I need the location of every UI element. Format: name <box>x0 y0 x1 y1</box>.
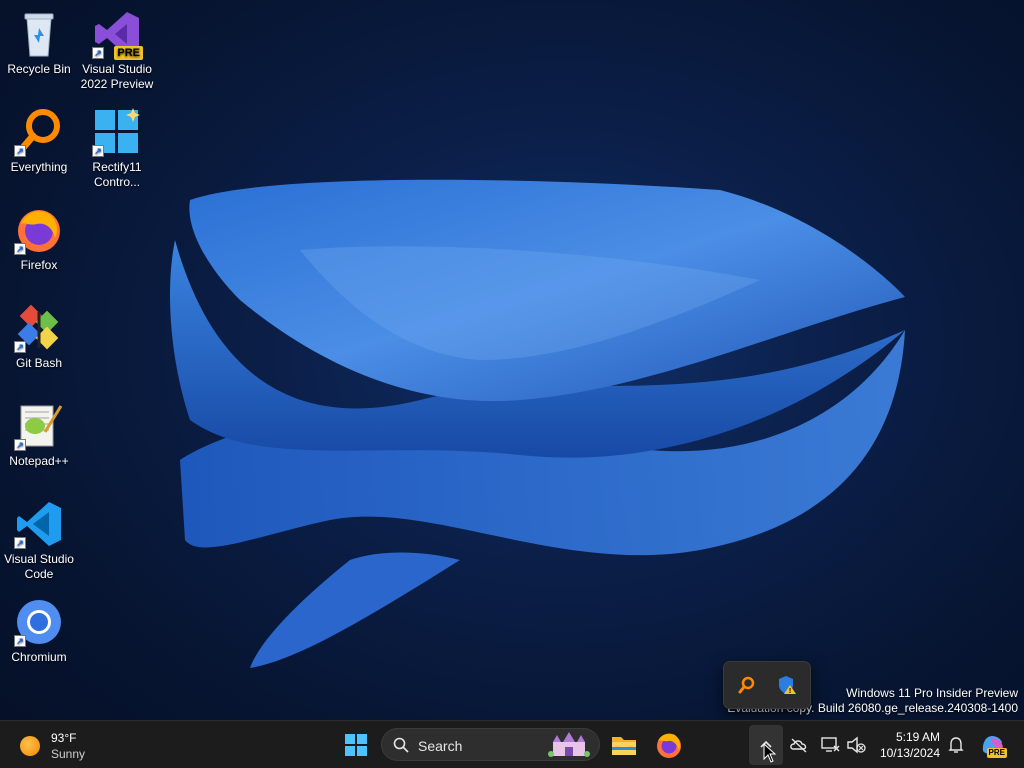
recycle-bin-icon <box>15 10 63 58</box>
desktop-icon-firefox[interactable]: ↗ Firefox <box>0 206 78 273</box>
network-icon[interactable] <box>820 735 840 755</box>
taskbar: 93°F Sunny Search 5:19 AM 10/13/2024 PRE <box>0 720 1024 768</box>
git-bash-icon: ↗ <box>14 304 63 353</box>
show-hidden-icons-button[interactable] <box>749 725 783 765</box>
notification-bell-icon[interactable] <box>946 735 966 755</box>
file-explorer-icon <box>612 737 636 755</box>
shortcut-arrow-icon: ↗ <box>14 537 26 549</box>
everything-search-icon[interactable] <box>737 675 757 695</box>
desktop-icon-notepad-plus-plus[interactable]: ↗ Notepad++ <box>0 402 78 469</box>
desktop-icon-recycle-bin[interactable]: Recycle Bin <box>0 10 78 77</box>
desktop-icon-chromium[interactable]: ↗ Chromium <box>0 598 78 665</box>
shortcut-arrow-icon: ↗ <box>14 439 26 451</box>
sunny-weather-icon <box>20 736 40 756</box>
shortcut-arrow-icon: ↗ <box>14 145 26 157</box>
taskbar-search-box[interactable]: Search <box>381 728 600 761</box>
taskbar-firefox[interactable] <box>651 727 687 763</box>
tray-overflow-popup: ! <box>723 661 811 709</box>
copilot-preview-button[interactable]: PRE <box>980 733 1007 758</box>
search-placeholder: Search <box>418 738 463 754</box>
start-button[interactable] <box>338 727 374 763</box>
desktop-icon-git-bash[interactable]: ↗ Git Bash <box>0 304 78 371</box>
icon-label: Rectify11 Contro... <box>92 160 142 189</box>
clock-time: 5:19 AM <box>895 730 940 744</box>
pre-badge: PRE <box>114 46 143 60</box>
windows-start-icon <box>345 734 367 756</box>
desktop-icon-visual-studio-code[interactable]: ↗ Visual Studio Code <box>0 500 78 582</box>
defender-warning-icon[interactable]: ! <box>777 675 797 695</box>
shortcut-arrow-icon: ↗ <box>92 47 104 59</box>
firefox-icon: ↗ <box>14 206 63 255</box>
icon-label: Everything <box>10 160 68 174</box>
shortcut-arrow-icon: ↗ <box>14 635 26 647</box>
shortcut-arrow-icon: ↗ <box>92 145 104 157</box>
taskbar-file-explorer[interactable] <box>606 727 642 763</box>
firefox-icon <box>657 733 681 758</box>
icon-label: Notepad++ <box>9 454 69 468</box>
notepad-plus-plus-icon: ↗ <box>14 402 63 451</box>
vscode-icon: ↗ <box>14 500 63 549</box>
desktop[interactable]: Recycle Bin PRE ↗ Visual Studio 2022 Pre… <box>0 0 1024 720</box>
desktop-icon-everything[interactable]: ↗ Everything <box>0 108 78 175</box>
icon-label: Firefox <box>20 258 58 272</box>
desktop-icon-visual-studio-2022-preview[interactable]: PRE ↗ Visual Studio 2022 Preview <box>78 10 156 92</box>
icon-label: Chromium <box>11 650 67 664</box>
svg-text:!: ! <box>789 688 791 695</box>
rectify11-windows-icon: ↗ <box>92 108 141 157</box>
icon-label: Git Bash <box>15 356 63 370</box>
speaker-muted-icon[interactable] <box>846 735 866 755</box>
mouse-cursor-icon <box>763 743 777 763</box>
weather-condition: Sunny <box>51 747 86 761</box>
icon-label: Visual Studio 2022 Preview <box>80 62 154 91</box>
onedrive-off-icon[interactable] <box>789 735 809 755</box>
clock-date: 10/13/2024 <box>879 746 940 760</box>
search-highlight-castle-icon <box>548 732 590 757</box>
taskbar-clock[interactable]: 5:19 AM 10/13/2024 <box>880 729 940 761</box>
shortcut-arrow-icon: ↗ <box>14 341 26 353</box>
everything-icon: ↗ <box>14 108 63 157</box>
chromium-icon: ↗ <box>14 598 63 647</box>
shortcut-arrow-icon: ↗ <box>14 243 26 255</box>
icon-label: Visual Studio Code <box>4 552 74 581</box>
icon-label: Recycle Bin <box>7 62 71 76</box>
weather-temperature: 93°F <box>51 731 77 745</box>
pre-badge: PRE <box>986 748 1007 758</box>
search-icon <box>393 737 409 753</box>
desktop-icon-rectify11[interactable]: ↗ Rectify11 Contro... <box>78 108 156 190</box>
visual-studio-icon: PRE ↗ <box>92 10 143 60</box>
